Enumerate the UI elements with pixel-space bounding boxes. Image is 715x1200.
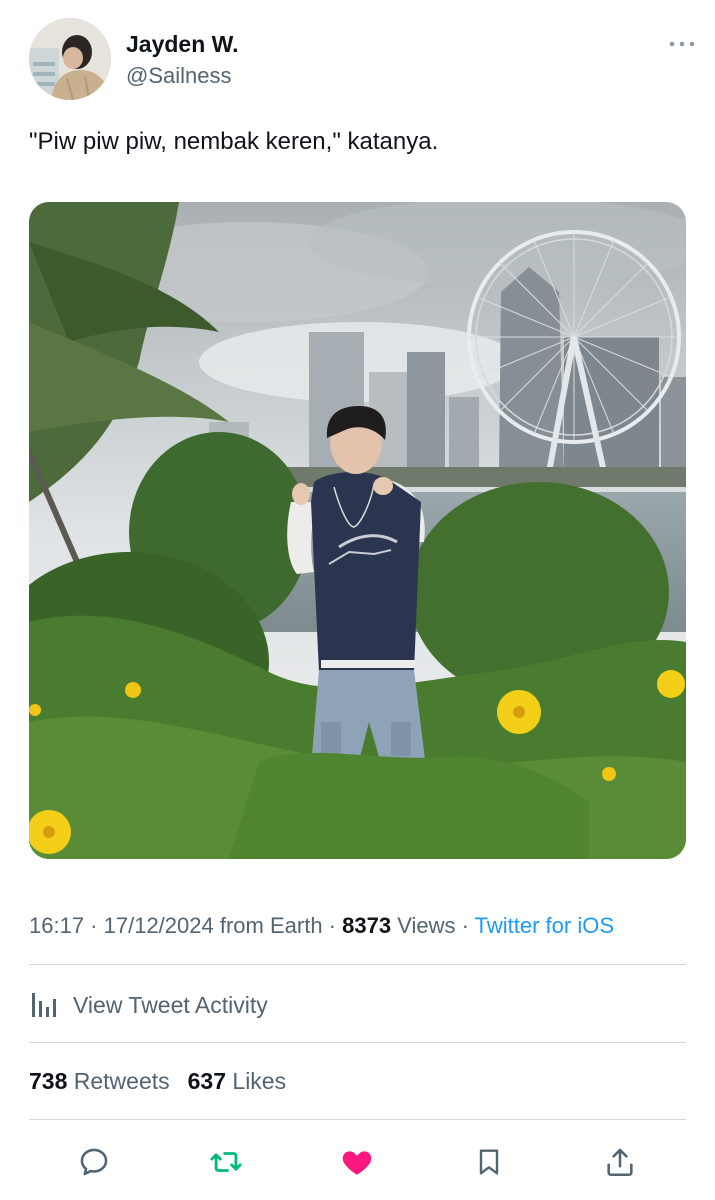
meta-separator: · [455, 913, 475, 938]
tweet-stats: 738 Retweets 637 Likes [29, 1064, 286, 1098]
tweet-header: Jayden W. @Sailness [29, 18, 697, 100]
author-names: Jayden W. @Sailness [126, 30, 238, 90]
retweets-count: 738 [29, 1068, 68, 1094]
likes-stat[interactable]: 637 Likes [188, 1068, 286, 1094]
reply-icon[interactable] [72, 1140, 116, 1184]
tweet-photo[interactable] [29, 202, 686, 859]
meta-separator: · [322, 913, 343, 938]
retweets-label: Retweets [73, 1068, 170, 1094]
views-label: Views [397, 913, 456, 938]
tweet-action-bar [0, 1140, 715, 1184]
view-tweet-activity-label: View Tweet Activity [73, 991, 268, 1018]
divider [29, 1119, 686, 1120]
more-dots-icon[interactable] [667, 36, 697, 47]
view-tweet-activity-button[interactable]: View Tweet Activity [29, 985, 268, 1025]
share-icon[interactable] [598, 1140, 642, 1184]
bar-chart-icon [29, 987, 59, 1024]
retweet-icon[interactable] [204, 1140, 248, 1184]
display-name[interactable]: Jayden W. [126, 30, 238, 58]
views-count: 8373 [342, 913, 392, 938]
user-handle[interactable]: @Sailness [126, 62, 238, 90]
likes-label: Likes [232, 1068, 287, 1094]
bookmark-icon[interactable] [467, 1140, 511, 1184]
divider [29, 964, 686, 965]
tweet-time: 16:17 [29, 913, 85, 938]
tweet-source-link[interactable]: Twitter for iOS [475, 913, 614, 938]
likes-count: 637 [187, 1068, 227, 1094]
tweet-date: 17/12/2024 [103, 913, 214, 938]
heart-icon[interactable] [335, 1140, 379, 1184]
user-avatar[interactable] [29, 18, 111, 100]
retweets-stat[interactable]: 738 Retweets [29, 1068, 170, 1094]
tweet-location: from Earth [219, 913, 323, 938]
divider [29, 1042, 686, 1043]
tweet-text: "Piw piw piw, nembak keren," katanya. [29, 128, 439, 155]
tweet-meta: 16:17 · 17/12/2024 from Earth · 8373 Vie… [29, 909, 614, 943]
meta-separator: · [84, 913, 104, 938]
